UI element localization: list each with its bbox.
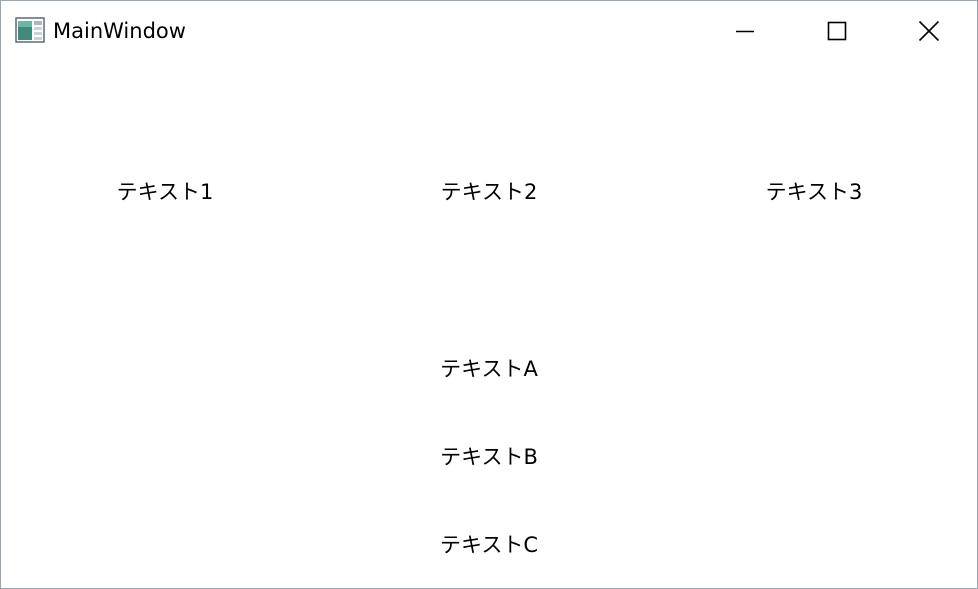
- maximize-icon: [827, 21, 847, 41]
- maximize-button[interactable]: [791, 1, 883, 61]
- text-a: テキストA: [440, 357, 538, 381]
- minimize-icon: [736, 30, 754, 33]
- text-1: テキスト1: [116, 180, 214, 204]
- minimize-button[interactable]: [699, 1, 791, 61]
- text-c: テキストC: [439, 533, 539, 557]
- title-bar[interactable]: MainWindow: [1, 1, 977, 61]
- text-b: テキストB: [440, 445, 538, 469]
- close-icon: [918, 20, 940, 42]
- close-button[interactable]: [883, 1, 975, 61]
- text-2: テキスト2: [440, 180, 538, 204]
- window-title: MainWindow: [53, 19, 186, 43]
- text-3: テキスト3: [765, 180, 863, 204]
- main-window: MainWindow テキスト1 テキスト2 テキスト3 テキストA テキストB…: [0, 0, 978, 589]
- window-content: テキスト1 テキスト2 テキスト3 テキストA テキストB テキストC: [1, 61, 977, 588]
- app-window-icon: [15, 17, 45, 43]
